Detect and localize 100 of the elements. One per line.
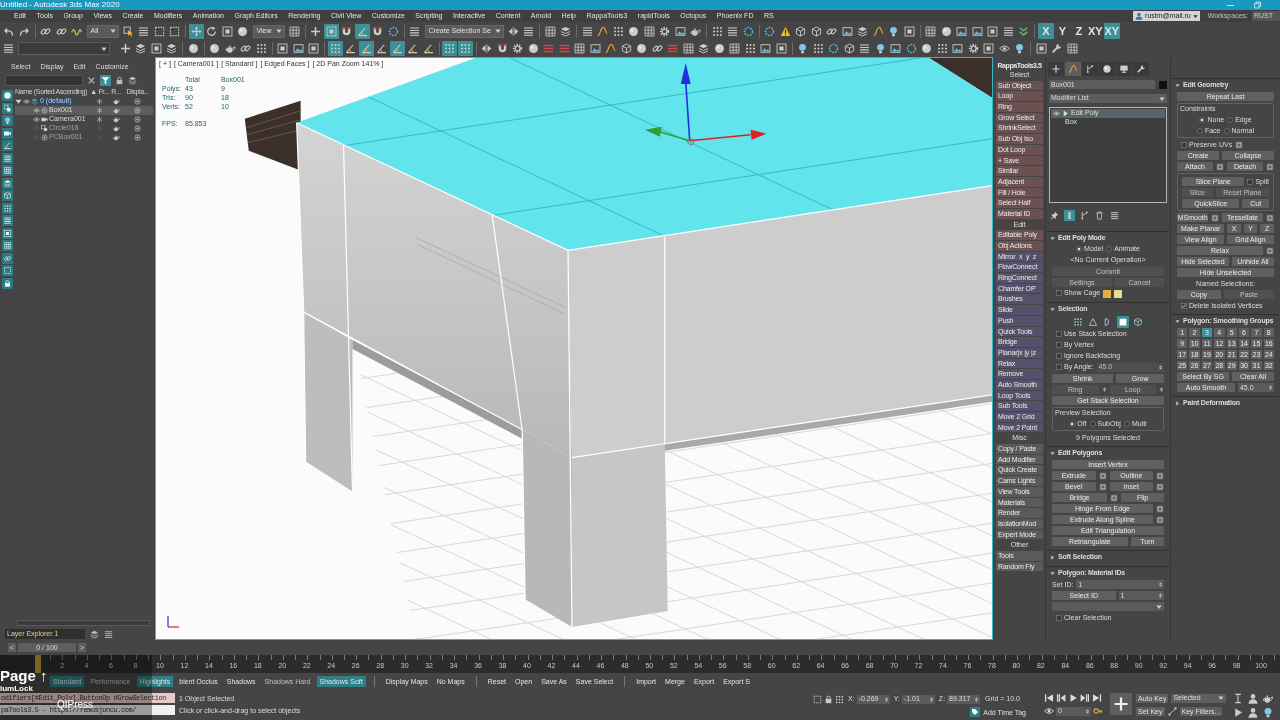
funnel-icon[interactable]: [100, 75, 111, 86]
radio-icon[interactable]: [1223, 127, 1230, 134]
nested-squares-icon[interactable]: [2, 227, 13, 239]
skip-back-icon[interactable]: [1044, 693, 1054, 703]
small-window-icon[interactable]: [1110, 493, 1119, 502]
caret-down-icon[interactable]: [1050, 306, 1055, 312]
wrench-icon[interactable]: [1133, 62, 1149, 76]
disc-icon[interactable]: [134, 116, 141, 123]
dot-grid-icon[interactable]: [457, 41, 473, 56]
layers-icon[interactable]: [90, 629, 99, 639]
play-icon[interactable]: [1068, 693, 1078, 703]
monitor-icon[interactable]: [1116, 62, 1132, 76]
grid-icon[interactable]: [1064, 41, 1080, 56]
light-bulb-icon[interactable]: [1262, 707, 1274, 718]
color-swatch-icon[interactable]: [1103, 289, 1112, 298]
lines-icon[interactable]: [2, 215, 13, 226]
checkbox-icon[interactable]: [1056, 290, 1062, 297]
radio-icon[interactable]: [1089, 420, 1096, 427]
nested-squares-icon[interactable]: [981, 41, 996, 56]
pin-icon[interactable]: [1049, 209, 1060, 221]
nested-squares-icon[interactable]: [219, 23, 235, 39]
radio-icon[interactable]: [1196, 127, 1203, 134]
grid-icon[interactable]: [923, 23, 939, 39]
picture-icon[interactable]: [587, 41, 603, 56]
dot-grid-icon[interactable]: [327, 41, 343, 56]
small-window-icon[interactable]: [1156, 471, 1164, 480]
lines-icon[interactable]: [857, 41, 872, 56]
camera-icon[interactable]: [2, 127, 13, 139]
checkbox-icon[interactable]: [1056, 614, 1062, 621]
lines-icon[interactable]: [104, 629, 113, 639]
lines-icon[interactable]: [1109, 209, 1120, 221]
grid-icon[interactable]: [572, 41, 587, 56]
small-window-icon[interactable]: [1098, 471, 1107, 480]
disc-icon[interactable]: [134, 98, 141, 105]
teapot-icon[interactable]: [1262, 693, 1274, 704]
grid-icon[interactable]: [727, 41, 742, 56]
close-icon[interactable]: [87, 76, 96, 85]
axis-constraint-button[interactable]: XY: [1087, 23, 1104, 39]
picture-icon[interactable]: [950, 41, 965, 56]
grid-icon[interactable]: [2, 165, 13, 176]
checked-checkbox-icon[interactable]: [1181, 302, 1187, 309]
sphere-icon[interactable]: [2, 90, 13, 101]
lines-icon[interactable]: [1, 41, 16, 56]
cursor-square-icon[interactable]: [120, 23, 136, 39]
small-window-icon[interactable]: [1156, 504, 1164, 513]
curve-icon[interactable]: [603, 41, 618, 56]
angle-icon[interactable]: [389, 41, 405, 56]
spinner-arrows-icon[interactable]: [928, 695, 934, 703]
small-window-icon[interactable]: [1235, 140, 1244, 149]
nested-squares-icon[interactable]: [985, 23, 1001, 39]
sphere-icon[interactable]: [207, 41, 222, 56]
vertical-bar-icon[interactable]: [1064, 209, 1075, 221]
radio-icon[interactable]: [1106, 246, 1113, 253]
small-window-icon[interactable]: [1156, 482, 1164, 491]
caret-down-icon[interactable]: [1050, 235, 1055, 241]
layers-icon[interactable]: [2, 177, 13, 189]
plus-icon[interactable]: [1048, 62, 1064, 76]
branch-icon[interactable]: [1082, 62, 1098, 76]
four-arrows-icon[interactable]: [188, 23, 204, 39]
dashed-square-icon[interactable]: [813, 694, 822, 704]
teapot-icon[interactable]: [112, 107, 120, 114]
grid-icon[interactable]: [286, 23, 302, 39]
chain-link-icon[interactable]: [2, 252, 13, 264]
color-swatch-icon[interactable]: [1114, 289, 1123, 298]
picture-icon[interactable]: [758, 41, 773, 56]
dot-grid-icon[interactable]: [1072, 316, 1084, 328]
nested-squares-icon[interactable]: [773, 41, 789, 56]
nested-squares-icon[interactable]: [148, 41, 164, 56]
small-window-icon[interactable]: [1266, 162, 1274, 171]
angle-icon[interactable]: [354, 23, 370, 39]
i-beam-icon[interactable]: [1232, 693, 1244, 704]
angle-icon[interactable]: [2, 140, 13, 151]
grid-icon[interactable]: [542, 23, 558, 39]
radio-icon[interactable]: [1123, 420, 1130, 427]
checkbox-icon[interactable]: [1056, 331, 1062, 338]
nested-squares-icon[interactable]: [1033, 41, 1049, 56]
spinner-arrows-icon[interactable]: [1268, 384, 1273, 392]
cube-icon[interactable]: [2, 190, 13, 201]
horizontal-scrollbar[interactable]: [17, 620, 150, 626]
lock-icon[interactable]: [115, 76, 124, 85]
teapot-icon[interactable]: [112, 116, 120, 123]
axis-constraint-button[interactable]: Y: [1054, 23, 1071, 39]
grid-icon[interactable]: [2, 240, 13, 251]
selected-radio-icon[interactable]: [1069, 420, 1076, 427]
wrench-icon[interactable]: [1049, 41, 1064, 56]
diagonal-line-icon[interactable]: [1167, 706, 1177, 716]
sphere-icon[interactable]: [919, 41, 934, 56]
filled-square-icon[interactable]: [1117, 316, 1129, 328]
small-window-icon[interactable]: [1216, 162, 1224, 171]
trash-can-icon[interactable]: [1094, 209, 1105, 221]
caret-down-icon[interactable]: [1175, 82, 1180, 88]
dashed-square-icon[interactable]: [2, 265, 13, 276]
key-icon[interactable]: [1093, 706, 1103, 716]
eye-icon[interactable]: [1044, 706, 1054, 716]
disc-icon[interactable]: [134, 125, 141, 132]
teapot-icon[interactable]: [112, 98, 120, 105]
skip-forward-icon[interactable]: [1092, 693, 1102, 703]
triangle-outline-icon[interactable]: [1087, 316, 1099, 328]
gear-icon[interactable]: [510, 41, 525, 56]
small-window-icon[interactable]: [1266, 213, 1274, 222]
